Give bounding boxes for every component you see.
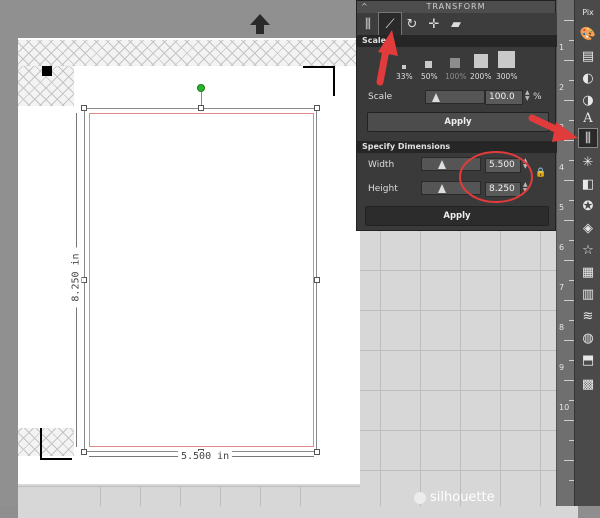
resize-handle-tl[interactable]: [81, 105, 87, 111]
tab-rotate[interactable]: ↻: [401, 13, 423, 35]
globe-icon[interactable]: ◍: [578, 328, 598, 348]
color-wheel-icon[interactable]: ◐: [578, 68, 598, 88]
shear-icon: ▰: [451, 16, 461, 32]
ruler-number: 3: [559, 123, 565, 132]
replicate-icon[interactable]: ✳: [578, 152, 598, 172]
resize-handle-ml[interactable]: [81, 277, 87, 283]
page-icon[interactable]: ⬒: [578, 350, 598, 370]
ruler-number: 10: [559, 403, 570, 412]
scale-label: Scale: [368, 92, 393, 102]
height-slider-thumb[interactable]: [438, 184, 446, 193]
layers-icon[interactable]: ▥: [578, 284, 598, 304]
scale-preset-200-swatch[interactable]: [474, 54, 488, 68]
vertical-ruler: 1 2 3 4 5 6 7 8 9 10: [556, 0, 574, 506]
right-toolbar: Pix 🎨 ▤ ◐ ◑ A ⫼ ✳ ◧ ✪ ◈ ☆ ▦ ▥ ≋ ◍ ⬒ ▩: [574, 0, 600, 506]
rotation-handle[interactable]: [197, 84, 205, 92]
dimensions-section-header: Specify Dimensions: [357, 141, 557, 153]
resize-handle-tm[interactable]: [198, 105, 204, 111]
tab-scale[interactable]: ⟋: [378, 12, 402, 36]
registration-mark-square: [42, 66, 52, 76]
width-dimension-label: 5.500 in: [178, 451, 233, 462]
width-slider[interactable]: [421, 157, 481, 171]
collapse-icon[interactable]: ^: [361, 1, 369, 13]
width-stepper[interactable]: ▲ ▼: [523, 158, 529, 170]
scale-preset-300-swatch[interactable]: [498, 51, 515, 68]
brand-watermark: silhouette: [430, 490, 495, 505]
resize-handle-bl[interactable]: [81, 449, 87, 455]
grid-icon[interactable]: ▩: [578, 374, 598, 394]
star-icon[interactable]: ☆: [578, 240, 598, 260]
scale-slider[interactable]: [425, 90, 485, 104]
fill-gradient-icon[interactable]: ▤: [578, 46, 598, 66]
registration-mark-corner-bl: [40, 428, 72, 460]
tab-move[interactable]: ✛: [423, 13, 445, 35]
text-style-icon[interactable]: A: [578, 108, 598, 128]
resize-handle-mr[interactable]: [314, 277, 320, 283]
scale-unit: %: [533, 92, 542, 102]
scale-preset-50[interactable]: 50%: [421, 72, 438, 81]
scale-slider-thumb[interactable]: [432, 93, 440, 102]
scale-preset-300[interactable]: 300%: [496, 72, 517, 81]
scale-preset-200[interactable]: 200%: [470, 72, 491, 81]
page-up-arrow-icon[interactable]: [248, 12, 272, 36]
pixscan-icon[interactable]: Pix: [578, 2, 598, 22]
silhouette-logo-icon: [414, 492, 426, 504]
scale-preset-100-swatch[interactable]: [450, 58, 460, 68]
dimensions-apply-button[interactable]: Apply: [365, 206, 549, 226]
scale-section-header: Scale: [357, 35, 557, 47]
width-label: Width: [368, 160, 395, 170]
line-style-icon[interactable]: ◑: [578, 90, 598, 110]
ruler-number: 7: [559, 283, 565, 292]
height-label: Height: [368, 184, 398, 194]
modify-icon[interactable]: ◧: [578, 174, 598, 194]
ruler-number: 9: [559, 363, 565, 372]
registration-zone-top: [18, 40, 356, 66]
ruler-number: 5: [559, 203, 565, 212]
rotate-icon: ↻: [406, 16, 418, 32]
scale-preset-33[interactable]: 33%: [396, 72, 413, 81]
height-stepper[interactable]: ▲ ▼: [523, 182, 529, 194]
tab-shear[interactable]: ▰: [445, 13, 467, 35]
scale-icon: ⟋: [385, 16, 395, 32]
transform-panel: ^ TRANSFORM ⫼ ⟋ ↻ ✛ ▰ Scale 33% 50% 100%…: [356, 0, 557, 231]
width-input[interactable]: 5.500: [485, 158, 521, 173]
ruler-number: 4: [559, 163, 565, 172]
trace-icon[interactable]: ◈: [578, 218, 598, 238]
palette-icon[interactable]: 🎨: [578, 24, 598, 44]
align-icon: ⫼: [365, 16, 371, 32]
ruler-number: 1: [559, 43, 565, 52]
transform-tabs: ⫼ ⟋ ↻ ✛ ▰: [357, 12, 557, 36]
transform-icon[interactable]: ⫼: [578, 128, 598, 148]
resize-handle-br[interactable]: [314, 449, 320, 455]
toolbar-top-label: Pix: [582, 7, 594, 17]
tab-align[interactable]: ⫼: [357, 13, 379, 35]
scale-input[interactable]: 100.0: [485, 90, 523, 105]
scale-preset-100[interactable]: 100%: [445, 72, 466, 81]
panel-title: TRANSFORM: [426, 2, 486, 11]
scale-stepper[interactable]: ▲ ▼: [525, 90, 531, 102]
selected-rectangle-shape[interactable]: [89, 113, 314, 447]
scale-apply-button[interactable]: Apply: [367, 112, 549, 132]
panel-title-bar[interactable]: ^ TRANSFORM: [357, 1, 555, 13]
height-dimension-label: 8.250 in: [70, 247, 82, 308]
ruler-number: 8: [559, 323, 565, 332]
scale-preset-50-swatch[interactable]: [425, 61, 432, 68]
height-slider[interactable]: [421, 181, 481, 195]
resize-handle-tr[interactable]: [314, 105, 320, 111]
registration-mark-corner-tr: [303, 66, 335, 96]
offset-icon[interactable]: ✪: [578, 196, 598, 216]
move-icon: ✛: [428, 16, 440, 32]
scale-preset-33-swatch[interactable]: [402, 65, 406, 69]
library-icon[interactable]: ▦: [578, 262, 598, 282]
print-cut-icon[interactable]: ≋: [578, 306, 598, 326]
ruler-number: 2: [559, 83, 565, 92]
aspect-lock-icon[interactable]: 🔒: [535, 168, 546, 178]
ruler-number: 6: [559, 243, 565, 252]
width-slider-thumb[interactable]: [438, 160, 446, 169]
height-input[interactable]: 8.250: [485, 182, 521, 197]
